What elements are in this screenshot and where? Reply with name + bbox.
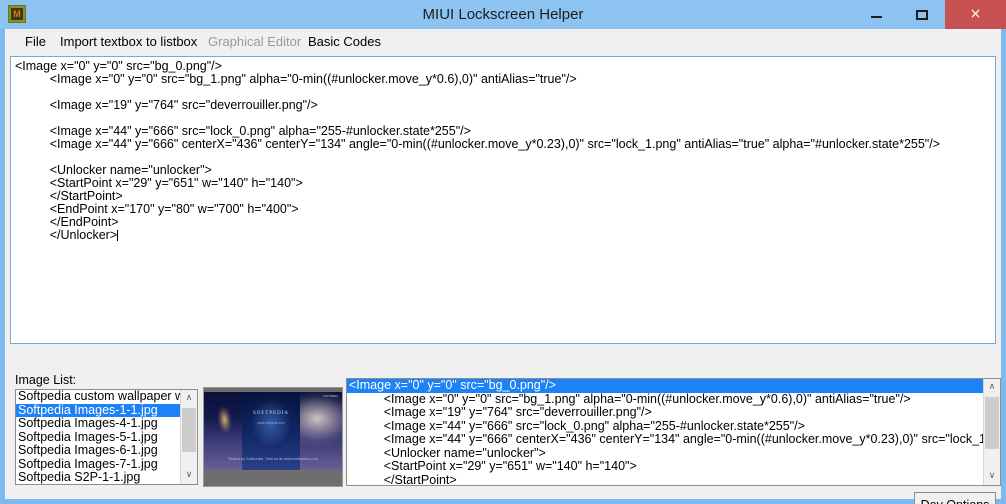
list-item[interactable]: <Unlocker name="unlocker"> [347,447,984,461]
preview-footer-text: Tested by Softpedia. Visit us at www.sof… [227,456,319,461]
list-item[interactable]: Softpedia Images-5-1.jpg [16,431,182,445]
close-button[interactable]: × [945,0,1006,29]
list-item[interactable]: <Image x="0" y="0" src="bg_0.png"/> [347,379,984,393]
title-bar: M MIUI Lockscreen Helper × [0,0,1006,29]
scroll-up-icon[interactable]: ∧ [984,379,1000,396]
minimize-button[interactable] [853,0,899,29]
list-item[interactable]: <Image x="44" y="666" src="lock_0.png" a… [347,420,984,434]
client-area: File Import textbox to listbox Graphical… [5,29,1001,504]
list-item[interactable]: <Image x="44" y="666" centerX="436" cent… [347,433,984,447]
scroll-up-icon[interactable]: ∧ [181,390,197,407]
code-line: <Image x="44" y="666" centerX="436" cent… [15,137,941,151]
list-item[interactable]: Softpedia Images-6-1.jpg [16,444,182,458]
maximize-button[interactable] [899,0,945,29]
dev-options-button[interactable]: Dev Options [914,492,996,504]
list-item[interactable]: Softpedia Images-7-1.jpg [16,458,182,472]
code-line: </Unlocker> [15,228,119,242]
image-list-label: Image List: [15,373,77,387]
app-icon: M [8,5,26,23]
list-item[interactable]: </StartPoint> [347,474,984,486]
application-window: M MIUI Lockscreen Helper × File Import t… [0,0,1006,504]
preview-brand-text: SOFTPEDIA [253,411,289,416]
scroll-down-icon[interactable]: ∨ [984,468,1000,485]
code-listbox-scrollbar[interactable]: ∧ ∨ [983,379,1000,485]
list-item[interactable]: Softpedia Images-1-1.jpg [16,403,182,417]
list-item[interactable]: Softpedia custom wallpaper wide.j [16,390,182,404]
scrollbar-thumb[interactable] [182,408,196,452]
menu-item-import[interactable]: Import textbox to listbox [53,29,204,54]
image-list-scrollbar[interactable]: ∧ ∨ [180,390,197,484]
image-list-items: Softpedia custom wallpaper wide.jSoftped… [16,390,182,484]
list-item[interactable]: Softpedia Images-4-1.jpg [16,417,182,431]
menu-bar: File Import textbox to listbox Graphical… [5,29,1001,54]
list-item[interactable]: <Image x="19" y="764" src="deverrouiller… [347,406,984,420]
list-item[interactable]: <Image x="0" y="0" src="bg_1.png" alpha=… [347,393,984,407]
menu-item-file[interactable]: File [18,29,53,54]
image-preview[interactable]: SOFTPEDIA www.softpedia.com SOFTPEDIA Te… [203,387,343,487]
code-listbox-items: <Image x="0" y="0" src="bg_0.png"/> <Ima… [347,379,984,486]
preview-corner-text: SOFTPEDIA [323,395,338,398]
scrollbar-thumb[interactable] [985,397,999,449]
list-item[interactable]: <StartPoint x="29" y="651" w="140" h="14… [347,460,984,474]
code-line: <Image x="19" y="764" src="deverrouiller… [15,98,318,112]
text-caret [117,230,119,241]
maximize-icon [916,10,928,20]
code-line: <StartPoint x="29" y="651" w="140" h="14… [15,176,303,190]
code-line: </EndPoint> [15,215,119,229]
code-listbox[interactable]: <Image x="0" y="0" src="bg_0.png"/> <Ima… [346,378,1001,486]
minimize-icon [871,16,882,18]
close-icon: × [969,6,982,22]
code-line: <EndPoint x="170" y="80" w="700" h="400"… [15,202,299,216]
code-line: <Image x="0" y="0" src="bg_1.png" alpha=… [15,72,577,86]
app-icon-glyph: M [11,8,23,20]
preview-brand-url: www.softpedia.com [257,421,285,425]
menu-item-basic-codes[interactable]: Basic Codes [301,29,388,54]
image-list-listbox[interactable]: Softpedia custom wallpaper wide.jSoftped… [15,389,198,485]
list-item[interactable]: Softpedia S2P-1-1.jpg [16,471,182,484]
menu-item-graphical-editor[interactable]: Graphical Editor [201,29,308,54]
scroll-down-icon[interactable]: ∨ [181,467,197,484]
code-textbox[interactable]: <Image x="0" y="0" src="bg_0.png"/> <Ima… [10,56,996,344]
code-textbox-content: <Image x="0" y="0" src="bg_0.png"/> <Ima… [15,60,940,242]
